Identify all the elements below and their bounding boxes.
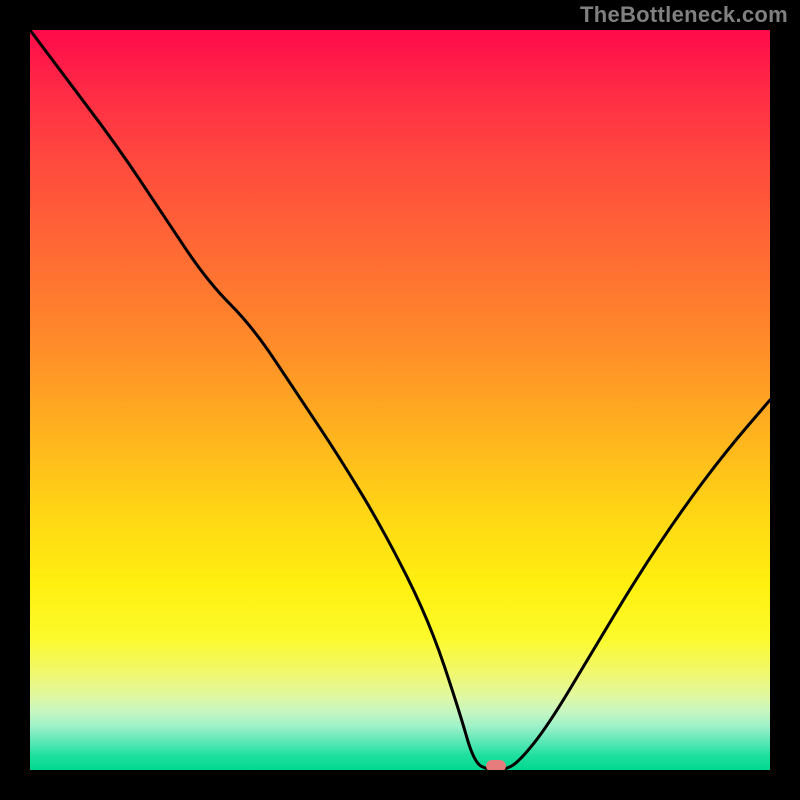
chart-frame: TheBottleneck.com <box>0 0 800 800</box>
bottleneck-curve <box>30 30 770 770</box>
minimum-marker <box>486 760 506 770</box>
plot-area <box>30 30 770 770</box>
watermark-text: TheBottleneck.com <box>580 2 788 28</box>
